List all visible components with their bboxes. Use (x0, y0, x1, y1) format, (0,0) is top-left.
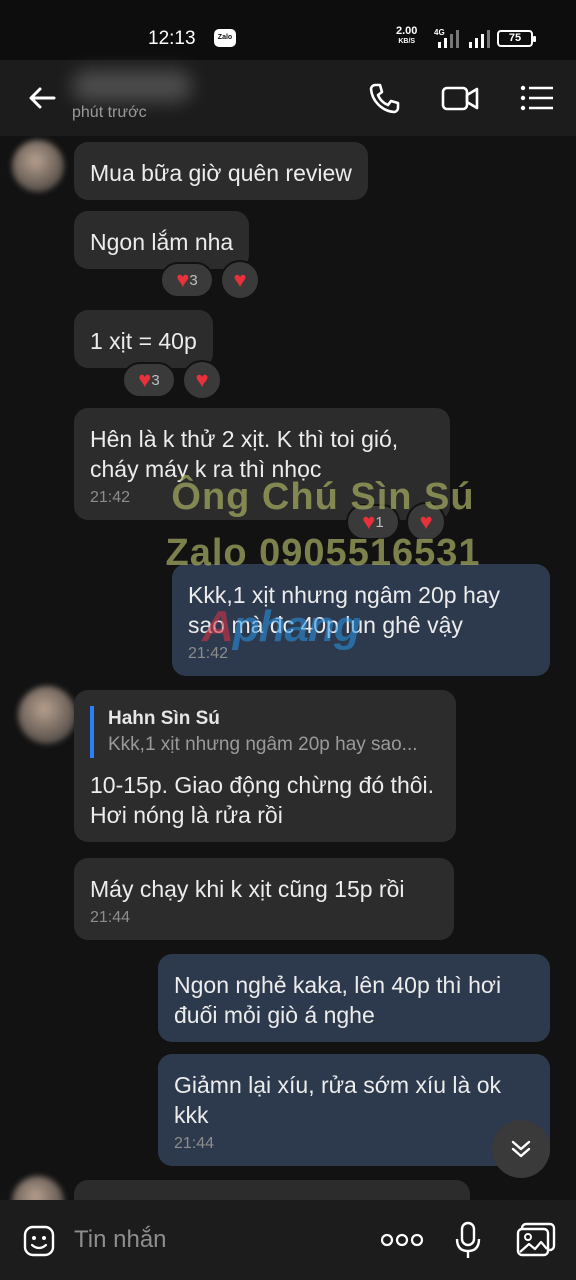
message-bubble-incoming[interactable]: Mua bữa giờ quên review (74, 142, 368, 200)
avatar[interactable] (18, 686, 76, 744)
message-list[interactable]: Mua bữa giờ quên review Ngon lắm nha ♥ 3 … (0, 136, 576, 1200)
message-text: Ngon lắm nha (90, 229, 234, 255)
message-time: 21:44 (90, 909, 131, 926)
message-bubble-incoming[interactable]: Máy chạy khi k xịt cũng 15p rồi 21:44 (74, 858, 454, 940)
message-bubble-incoming[interactable]: Hahn Sìn Sú Kkk,1 xịt nhưng ngâm 20p hay… (74, 690, 456, 842)
signal-icon-2 (469, 30, 490, 48)
watermark-line-1: Ông Chú Sìn Sú (171, 476, 475, 518)
watermark-logo: Aphang (202, 602, 361, 651)
image-picker-icon[interactable] (516, 1222, 556, 1258)
scroll-to-bottom-button[interactable] (492, 1120, 550, 1178)
message-text: Mua bữa giờ quên review (90, 160, 352, 186)
sticker-icon[interactable] (22, 1224, 56, 1258)
watermark-line-2: Zalo 0905516531 (165, 532, 481, 574)
message-text: Giảmn lại xíu, rửa sớm xíu là ok kkk (174, 1072, 502, 1128)
message-input-bar: Tin nhắn (0, 1200, 576, 1280)
last-seen-status: phút trước (72, 104, 147, 121)
reaction-summary[interactable]: ♥ 3 (122, 362, 176, 398)
network-speed: 2.00 KB/S (396, 26, 417, 46)
video-call-icon[interactable] (440, 78, 480, 118)
microphone-icon[interactable] (452, 1220, 484, 1260)
avatar[interactable] (12, 140, 64, 192)
zalo-notification-icon: Zalo (214, 29, 236, 47)
status-bar: 12:13 Zalo 2.00 KB/S 4G 75 (0, 0, 576, 60)
heart-icon: ♥ (176, 267, 190, 292)
react-button[interactable]: ♥ (182, 360, 222, 400)
network-speed-value: 2.00 (396, 25, 418, 37)
avatar[interactable] (12, 1176, 64, 1200)
chat-header: phút trước (0, 60, 576, 136)
message-text: Máy chạy khi k xịt cũng 15p rồi (90, 876, 405, 902)
quote-text: Kkk,1 xịt nhưng ngâm 20p hay sao... (108, 734, 418, 755)
message-time: 21:44 (174, 1135, 215, 1152)
quoted-message[interactable]: Hahn Sìn Sú Kkk,1 xịt nhưng ngâm 20p hay… (90, 706, 440, 758)
heart-icon: ♥ (195, 367, 209, 392)
message-text: 10-15p. Giao động chừng đó thôi. Hơi nón… (90, 772, 435, 828)
message-bubble-incoming-partial[interactable] (74, 1180, 470, 1200)
message-bubble-incoming[interactable]: Ngon lắm nha (74, 211, 250, 269)
network-speed-unit: KB/S (398, 38, 416, 45)
message-text: 1 xịt = 40p (90, 328, 197, 354)
reaction-summary[interactable]: ♥ 3 (160, 262, 214, 298)
message-input[interactable]: Tin nhắn (74, 1226, 167, 1254)
message-text: Hên là k thử 2 xịt. K thì toi gió, cháy … (90, 426, 399, 482)
battery-icon: 75 (497, 30, 536, 47)
message-bubble-incoming[interactable]: 1 xịt = 40p (74, 310, 213, 368)
back-arrow-icon[interactable] (22, 78, 62, 118)
menu-icon[interactable] (518, 78, 558, 118)
message-text: Ngon nghẻ kaka, lên 40p thì hơi đuối mỏi… (174, 972, 502, 1028)
heart-icon: ♥ (138, 367, 152, 392)
message-bubble-outgoing[interactable]: Ngon nghẻ kaka, lên 40p thì hơi đuối mỏi… (158, 954, 550, 1042)
quote-sender: Hahn Sìn Sú (108, 708, 220, 729)
heart-icon: ♥ (233, 267, 247, 292)
network-type: 4G (434, 28, 445, 37)
contact-name-blurred[interactable] (72, 70, 192, 102)
phone-icon[interactable] (364, 78, 404, 118)
chevron-double-down-icon (511, 1140, 531, 1158)
clock: 12:13 (148, 28, 196, 49)
react-button[interactable]: ♥ (220, 260, 260, 300)
more-options-icon[interactable] (380, 1232, 424, 1248)
